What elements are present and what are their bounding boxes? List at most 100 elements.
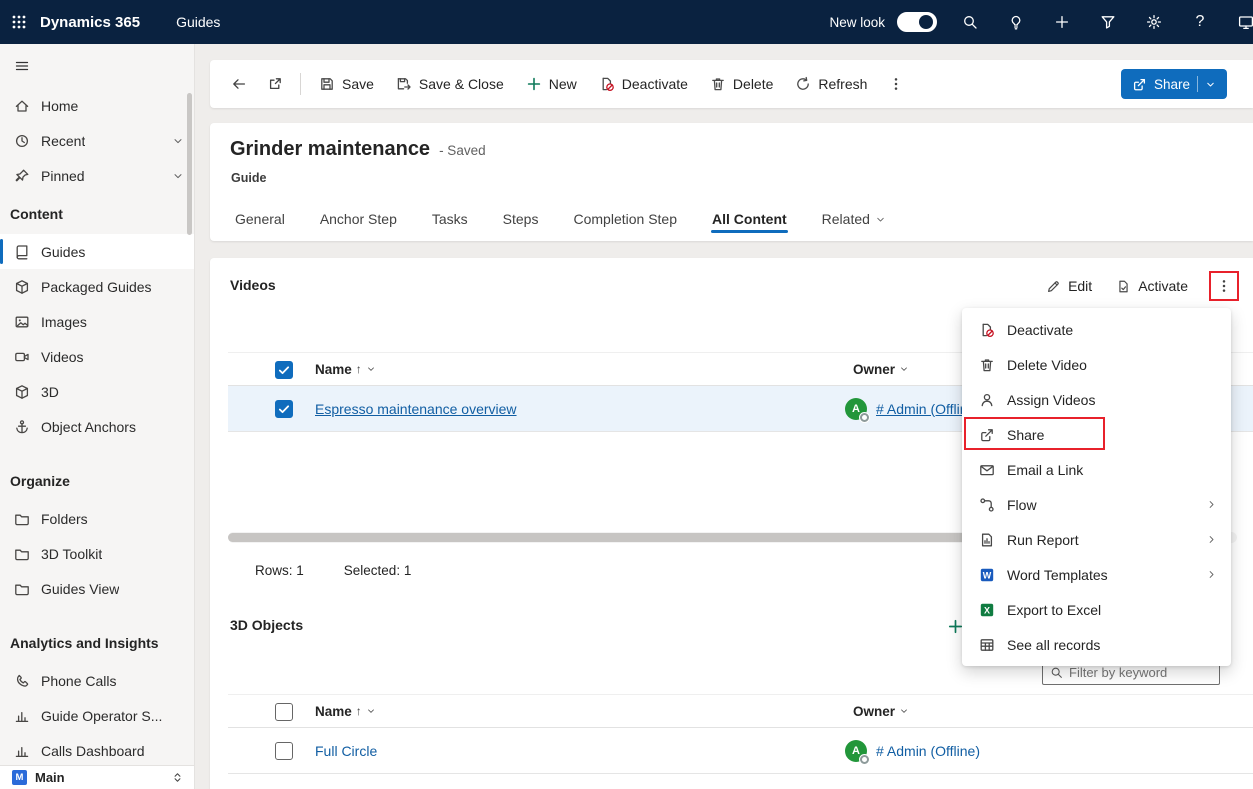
- tab-tasks[interactable]: Tasks: [431, 211, 469, 241]
- divider: [300, 73, 301, 95]
- sidebar-item-3d[interactable]: 3D: [0, 374, 194, 409]
- tab-steps[interactable]: Steps: [502, 211, 540, 241]
- column-header-name[interactable]: Name↑: [315, 353, 376, 385]
- help-button[interactable]: ?: [1177, 0, 1223, 44]
- chevron-down-icon: [172, 135, 184, 147]
- save-button[interactable]: Save: [309, 67, 384, 101]
- sidebar-item-guides[interactable]: Guides: [0, 234, 194, 269]
- column-header-owner[interactable]: Owner: [853, 353, 909, 385]
- share-label: Share: [1154, 77, 1190, 92]
- sidebar-item-label: Calls Dashboard: [41, 743, 145, 759]
- select-all-checkbox[interactable]: [275, 361, 293, 379]
- app-name[interactable]: Guides: [176, 14, 220, 30]
- menu-item-share[interactable]: Share: [962, 417, 1231, 452]
- object-record-link[interactable]: Full Circle: [315, 743, 377, 759]
- save-and-close-button[interactable]: Save & Close: [386, 67, 514, 101]
- avatar-initial: A: [852, 745, 860, 757]
- open-in-new-window-button[interactable]: [258, 67, 292, 101]
- avatar: A: [845, 398, 867, 420]
- tab-all-content[interactable]: All Content: [711, 211, 788, 241]
- menu-item-flow[interactable]: Flow: [962, 487, 1231, 522]
- check-icon: [277, 402, 291, 416]
- app-brand[interactable]: Dynamics 365: [40, 14, 140, 31]
- tab-label: Anchor Step: [320, 211, 397, 227]
- videos-more-commands-button[interactable]: [1212, 274, 1236, 298]
- column-header-name[interactable]: Name↑: [315, 695, 376, 727]
- sitemap-collapse-button[interactable]: [0, 44, 30, 88]
- teams-panel-button[interactable]: [1223, 0, 1253, 44]
- popout-icon: [267, 76, 283, 92]
- sidebar-item-phone-calls[interactable]: Phone Calls: [0, 663, 194, 698]
- deactivate-button[interactable]: Deactivate: [589, 67, 698, 101]
- tab-related[interactable]: Related: [821, 211, 887, 241]
- menu-item-word-templates[interactable]: Word Templates: [962, 557, 1231, 592]
- selected-count: Selected: 1: [344, 563, 412, 578]
- sidebar-item-label: Guides View: [41, 581, 119, 597]
- delete-button[interactable]: Delete: [700, 67, 783, 101]
- table-row[interactable]: Full Circle A # Admin (Offline): [228, 728, 1253, 774]
- area-switcher[interactable]: M Main: [0, 765, 194, 789]
- pin-icon: [14, 168, 30, 184]
- chevron-down-icon: [366, 706, 376, 716]
- chart-icon: [14, 743, 30, 759]
- menu-item-label: Delete Video: [1007, 357, 1087, 373]
- tab-completion-step[interactable]: Completion Step: [572, 211, 678, 241]
- owner-link[interactable]: # Admin (Offline): [876, 743, 980, 759]
- new-look-toggle[interactable]: [897, 12, 937, 32]
- sidebar-item-calls-dashboard[interactable]: Calls Dashboard: [0, 733, 194, 768]
- menu-item-run-report[interactable]: Run Report: [962, 522, 1231, 557]
- back-button[interactable]: [222, 67, 256, 101]
- sidebar-item-recent[interactable]: Recent: [0, 123, 194, 158]
- menu-item-email-a-link[interactable]: Email a Link: [962, 452, 1231, 487]
- sidebar-item-label: Guides: [41, 244, 85, 260]
- activate-button[interactable]: Activate: [1105, 270, 1199, 302]
- sidebar-scrollbar[interactable]: [187, 93, 192, 235]
- column-header-owner[interactable]: Owner: [853, 695, 909, 727]
- sidebar-item-object-anchors[interactable]: Object Anchors: [0, 409, 194, 444]
- refresh-icon: [795, 76, 811, 92]
- page-title: Grinder maintenance: [230, 138, 430, 161]
- edit-button[interactable]: Edit: [1035, 270, 1103, 302]
- new-button[interactable]: New: [516, 67, 587, 101]
- select-all-checkbox[interactable]: [275, 703, 293, 721]
- chevron-down-icon: [366, 364, 376, 374]
- tab-anchor-step[interactable]: Anchor Step: [319, 211, 398, 241]
- scrollbar-thumb[interactable]: [228, 533, 975, 542]
- record-tabs: General Anchor Step Tasks Steps Completi…: [234, 211, 887, 241]
- menu-item-assign-videos[interactable]: Assign Videos: [962, 382, 1231, 417]
- share-button[interactable]: Share: [1121, 69, 1227, 99]
- menu-item-delete-video[interactable]: Delete Video: [962, 347, 1231, 382]
- sidebar-item-pinned[interactable]: Pinned: [0, 158, 194, 193]
- quick-create-button[interactable]: [1039, 0, 1085, 44]
- tab-general[interactable]: General: [234, 211, 286, 241]
- app-launcher-icon[interactable]: [0, 0, 38, 44]
- cube-icon: [14, 384, 30, 400]
- divider: [1197, 76, 1198, 92]
- sidebar-item-packaged-guides[interactable]: Packaged Guides: [0, 269, 194, 304]
- sidebar-item-guide-operator[interactable]: Guide Operator S...: [0, 698, 194, 733]
- filter-keyword-input[interactable]: [1069, 665, 1212, 680]
- row-checkbox[interactable]: [275, 742, 293, 760]
- video-owner-cell: A # Admin (Offline): [845, 386, 980, 431]
- filter-button[interactable]: [1085, 0, 1131, 44]
- chart-icon: [14, 708, 30, 724]
- sidebar-item-home[interactable]: Home: [0, 88, 194, 123]
- sidebar-item-label: Videos: [41, 349, 84, 365]
- menu-item-deactivate[interactable]: Deactivate: [962, 312, 1231, 347]
- sidebar-item-3d-toolkit[interactable]: 3D Toolkit: [0, 536, 194, 571]
- menu-item-label: Flow: [1007, 497, 1037, 513]
- menu-item-label: Email a Link: [1007, 462, 1083, 478]
- sidebar-item-guides-view[interactable]: Guides View: [0, 571, 194, 606]
- menu-item-export-to-excel[interactable]: Export to Excel: [962, 592, 1231, 627]
- ideas-button[interactable]: [993, 0, 1039, 44]
- more-commands-button[interactable]: [879, 67, 913, 101]
- menu-item-see-all-records[interactable]: See all records: [962, 627, 1231, 662]
- settings-button[interactable]: [1131, 0, 1177, 44]
- refresh-button[interactable]: Refresh: [785, 67, 877, 101]
- sidebar-item-videos[interactable]: Videos: [0, 339, 194, 374]
- sidebar-item-images[interactable]: Images: [0, 304, 194, 339]
- sidebar-item-folders[interactable]: Folders: [0, 501, 194, 536]
- row-checkbox[interactable]: [275, 400, 293, 418]
- search-button[interactable]: [947, 0, 993, 44]
- video-record-link[interactable]: Espresso maintenance overview: [315, 401, 517, 417]
